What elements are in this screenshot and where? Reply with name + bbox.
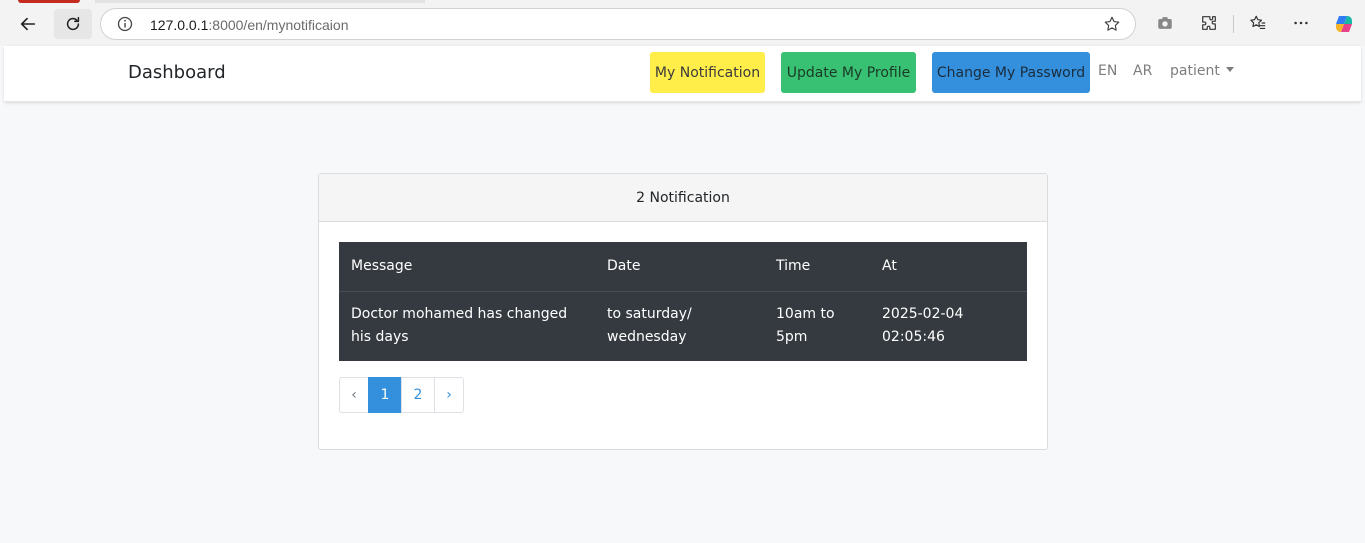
address-bar[interactable]: 127.0.0.1:8000/en/mynotificaion — [100, 8, 1136, 40]
star-icon[interactable] — [1103, 15, 1121, 33]
toolbar-separator — [1233, 15, 1234, 33]
arrow-left-icon — [20, 17, 36, 31]
language-en-link[interactable]: EN — [1098, 63, 1117, 79]
pagination-page-1[interactable]: 1 — [368, 377, 402, 413]
user-name: patient — [1170, 63, 1220, 79]
change-password-button[interactable]: Change My Password — [932, 52, 1090, 93]
notification-table: Message Date Time At Doctor mohamed has … — [339, 242, 1027, 361]
language-ar-link[interactable]: AR — [1133, 63, 1152, 79]
caret-down-icon — [1225, 66, 1234, 72]
reload-button[interactable] — [54, 9, 92, 39]
info-icon[interactable] — [117, 16, 133, 32]
more-options-icon[interactable] — [1292, 14, 1310, 32]
app-navbar: Dashboard My Notification Update My Prof… — [4, 46, 1361, 102]
column-header-message: Message — [339, 242, 595, 292]
active-tab-indicator[interactable] — [18, 0, 80, 3]
url-host: 127.0.0.1 — [150, 17, 209, 33]
cell-message: Doctor mohamed has changed his days — [351, 306, 568, 346]
camera-icon[interactable] — [1156, 14, 1174, 32]
update-profile-button[interactable]: Update My Profile — [781, 52, 916, 93]
column-header-time: Time — [764, 242, 870, 292]
pagination-next[interactable]: › — [434, 377, 464, 413]
pagination-page-2[interactable]: 2 — [401, 377, 435, 413]
pagination: ‹ 1 2 › — [339, 377, 464, 413]
url-text[interactable]: 127.0.0.1:8000/en/mynotificaion — [150, 17, 348, 33]
copilot-icon[interactable] — [1333, 13, 1355, 35]
cell-time: 10am to 5pm — [776, 306, 835, 346]
url-path: :8000/en/mynotificaion — [208, 17, 349, 33]
table-row: Doctor mohamed has changed his days to s… — [339, 291, 1027, 361]
navbar-brand[interactable]: Dashboard — [128, 62, 226, 83]
my-notification-button[interactable]: My Notification — [650, 52, 765, 93]
tab-strip[interactable] — [95, 0, 425, 3]
table-header-row: Message Date Time At — [339, 242, 1027, 292]
cell-date: to saturday/ wednesday — [607, 306, 692, 346]
cell-at: 2025-02-04 02:05:46 — [882, 306, 964, 346]
notification-card: 2 Notification Message Date Time At Doct… — [318, 173, 1048, 450]
user-dropdown[interactable]: patient — [1170, 63, 1234, 79]
reload-icon — [66, 16, 80, 31]
extensions-icon[interactable] — [1200, 14, 1218, 32]
column-header-at: At — [870, 242, 1027, 292]
card-header: 2 Notification — [319, 174, 1047, 222]
pagination-prev[interactable]: ‹ — [339, 377, 369, 413]
favorites-icon[interactable] — [1249, 14, 1267, 32]
back-button[interactable] — [12, 9, 44, 39]
column-header-date: Date — [595, 242, 764, 292]
browser-toolbar: 127.0.0.1:8000/en/mynotificaion — [0, 0, 1365, 46]
